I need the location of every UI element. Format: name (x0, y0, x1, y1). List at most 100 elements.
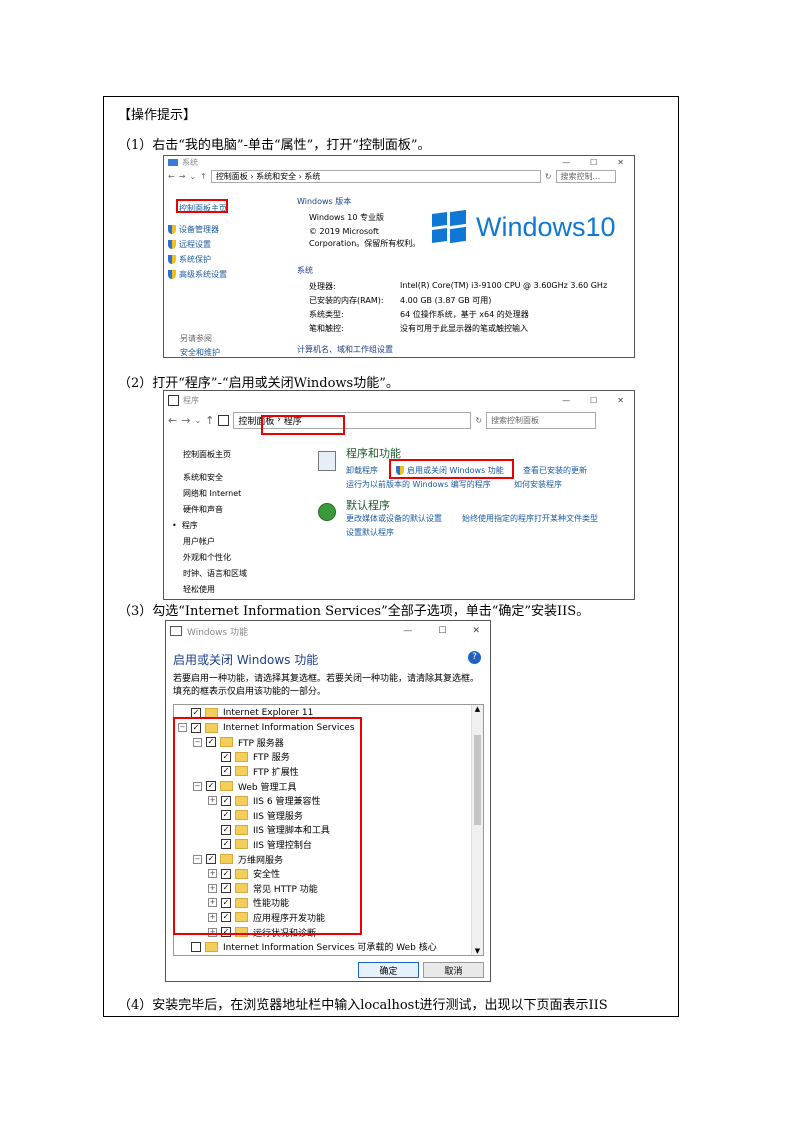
shield-icon (168, 255, 176, 264)
minimize-icon[interactable]: — (562, 158, 570, 167)
step-4-text: （4）安装完毕后，在浏览器地址栏中输入localhost进行测试，出现以下页面表… (118, 998, 608, 1013)
forward-icon[interactable]: → (179, 172, 186, 181)
programs-address-row: ← → ⌄ ↑ 控制面板 › 程序 ↻ 搜索控制面板 (164, 409, 634, 431)
minimize-icon[interactable]: — (562, 396, 570, 405)
highlight-box (261, 415, 345, 435)
step-2-text: （2）打开“程序”-“启用或关闭Windows功能”。 (118, 376, 399, 391)
system-address-row: ← → ⌄ ↑ 控制面板 › 系统和安全 › 系统 ↻ 搜索控制... (164, 169, 634, 184)
system-title-bar: 系统 — ☐ ✕ (164, 156, 634, 169)
programs-window-screenshot: 程序 — ☐ ✕ ← → ⌄ ↑ 控制面板 › 程序 ↻ 搜索控制面板 控制面板主页 系统… (163, 390, 635, 600)
programs-window-title: 程序 (183, 395, 199, 405)
shield-icon (168, 225, 176, 234)
maximize-icon[interactable]: ☐ (590, 158, 597, 167)
features-title-bar: Windows 功能 — ☐ ✕ (166, 621, 490, 641)
nav-network[interactable]: 网络和 Internet (183, 488, 241, 499)
compat-link[interactable]: 运行为以前版本的 Windows 编写的程序 (346, 479, 491, 490)
spec-key: 已安装的内存(RAM): (309, 296, 384, 305)
sidebar-item-device-manager[interactable]: 设备管理器 (168, 224, 219, 235)
edition-header: Windows 版本 (297, 197, 352, 206)
spec-key: 笔和触控: (309, 324, 344, 333)
spec-value: 64 位操作系统，基于 x64 的处理器 (400, 310, 529, 319)
spec-value: 4.00 GB (3.87 GB 可用) (400, 296, 492, 305)
up-icon[interactable]: ↑ (205, 414, 214, 427)
feature-row[interactable]: Internet Information Services 可承载的 Web 核… (178, 940, 437, 954)
ok-button[interactable]: 确定 (358, 962, 419, 978)
windows-features-screenshot: Windows 功能 — ☐ ✕ 启用或关闭 Windows 功能 ? 若要启用一种… (165, 620, 491, 982)
maximize-icon[interactable]: ☐ (590, 396, 597, 405)
windows-logo-icon (432, 209, 466, 244)
close-icon[interactable]: ✕ (617, 158, 624, 167)
features-description: 若要启用一种功能，请选择其复选框。若要关闭一种功能，请清除其复选框。填充的框表示… (173, 674, 480, 697)
file-association-link[interactable]: 始终使用指定的程序打开某种文件类型 (462, 513, 598, 524)
up-icon[interactable]: ↑ (200, 172, 207, 181)
minimize-icon[interactable]: — (403, 626, 412, 636)
back-icon[interactable]: ← (168, 172, 175, 181)
nav-user-accounts[interactable]: 用户帐户 (183, 536, 215, 547)
step-1-text: （1）右击“我的电脑”-单击“属性”，打开“控制面板”。 (118, 138, 431, 153)
scroll-up-icon[interactable]: ▲ (472, 705, 483, 713)
windows-logo-text: Windows10 (476, 212, 616, 242)
nav-home[interactable]: 控制面板主页 (183, 449, 231, 460)
copyright-line-2: Corporation。保留所有权利。 (309, 239, 421, 248)
feature-label: Internet Information Services 可承载的 Web 核… (223, 943, 437, 954)
sidebar-item-remote[interactable]: 远程设置 (168, 239, 211, 250)
programs-features-icon (318, 451, 336, 471)
view-updates-link[interactable]: 查看已安装的更新 (523, 465, 587, 476)
folder-icon (218, 414, 230, 426)
close-icon[interactable]: ✕ (472, 626, 480, 636)
nav-hardware[interactable]: 硬件和声音 (183, 504, 223, 515)
refresh-icon[interactable]: ↻ (545, 172, 552, 181)
scroll-down-icon[interactable]: ▼ (472, 947, 483, 955)
chevron-down-icon[interactable]: ⌄ (194, 416, 201, 425)
default-programs-icon (318, 503, 336, 521)
default-programs-title[interactable]: 默认程序 (346, 497, 390, 513)
forward-icon[interactable]: → (181, 414, 190, 427)
how-install-link[interactable]: 如何安装程序 (514, 479, 562, 490)
nav-programs[interactable]: • 程序 (172, 520, 198, 531)
uninstall-link[interactable]: 卸载程序 (346, 465, 378, 476)
nav-ease-of-access[interactable]: 轻松使用 (183, 584, 215, 595)
tree-scrollbar[interactable]: ▲ ▼ (471, 705, 483, 955)
highlight-box (389, 459, 514, 479)
features-heading: 启用或关闭 Windows 功能 (173, 653, 319, 667)
programs-search-box[interactable]: 搜索控制面板 (486, 411, 597, 429)
features-window-title: Windows 功能 (187, 627, 249, 638)
see-also-label: 另请参阅 (180, 334, 212, 343)
breadcrumb-system-security[interactable]: 系统和安全 (256, 171, 296, 182)
shield-icon (168, 240, 176, 249)
system-address-bar[interactable]: 控制面板 › 系统和安全 › 系统 (210, 170, 541, 183)
system-search-box[interactable]: 搜索控制... (555, 170, 616, 183)
edition-name: Windows 10 专业版 (309, 213, 384, 222)
scroll-thumb[interactable] (474, 735, 481, 825)
refresh-icon[interactable]: ↻ (475, 416, 482, 425)
nav-system-security[interactable]: 系统和安全 (183, 472, 223, 483)
shield-icon (168, 270, 176, 279)
features-window-icon (170, 626, 182, 636)
set-defaults-link[interactable]: 设置默认程序 (346, 527, 394, 538)
sidebar-item-protection[interactable]: 系统保护 (168, 254, 211, 265)
programs-title-bar: 程序 — ☐ ✕ (164, 391, 634, 409)
nav-clock-region[interactable]: 时钟、语言和区域 (183, 568, 247, 579)
sidebar-item-advanced[interactable]: 高级系统设置 (168, 269, 227, 280)
highlight-box (173, 717, 362, 935)
security-maintenance-link[interactable]: 安全和维护 (180, 347, 220, 357)
system-window-icon (168, 159, 178, 166)
chevron-down-icon[interactable]: ⌄ (189, 172, 196, 181)
back-icon[interactable]: ← (168, 414, 177, 427)
help-icon[interactable]: ? (468, 651, 481, 664)
close-icon[interactable]: ✕ (617, 396, 624, 405)
spec-value: 没有可用于此显示器的笔或触控输入 (400, 324, 528, 333)
feature-checkbox[interactable] (191, 941, 201, 952)
nav-appearance[interactable]: 外观和个性化 (183, 552, 231, 563)
spec-key: 系统类型: (309, 310, 344, 319)
media-defaults-link[interactable]: 更改媒体或设备的默认设置 (346, 513, 442, 524)
cancel-button[interactable]: 取消 (423, 962, 484, 978)
breadcrumb-system[interactable]: 系统 (304, 171, 320, 182)
system-window-screenshot: 系统 — ☐ ✕ ← → ⌄ ↑ 控制面板 › 系统和安全 › 系统 ↻ 搜索控制... … (163, 155, 635, 358)
step-3-text: （3）勾选“Internet Information Services”全部子选… (118, 604, 590, 619)
spec-value: Intel(R) Core(TM) i3-9100 CPU @ 3.60GHz … (400, 281, 608, 290)
section-heading: 【操作提示】 (118, 108, 197, 123)
computer-name-header: 计算机名、域和工作组设置 (297, 345, 393, 354)
maximize-icon[interactable]: ☐ (438, 626, 446, 636)
breadcrumb-control-panel[interactable]: 控制面板 (216, 171, 248, 182)
